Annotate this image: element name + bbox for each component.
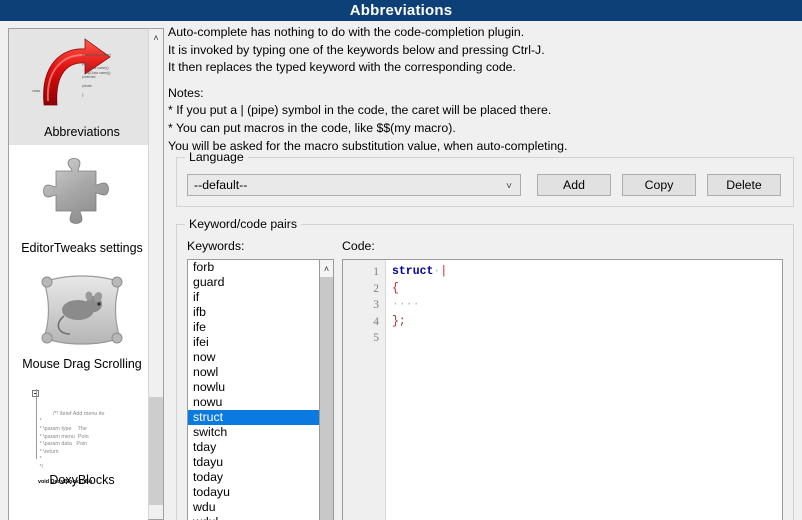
description-note-3: You will be asked for the macro substitu… <box>168 138 568 153</box>
list-item[interactable]: wdu <box>188 500 332 515</box>
language-select[interactable]: --default-- ˅ <box>187 174 521 196</box>
doxyblocks-icon-box: /*! \brief Add menu ite * * \param type … <box>22 383 142 485</box>
code-token: | <box>440 265 448 278</box>
mouse-icon-box <box>22 267 142 353</box>
sidebar-item-abbreviations[interactable]: class $(Class name) { public: $(Class na… <box>9 29 155 145</box>
code-token: struct <box>392 265 434 278</box>
sidebar-scrollbar[interactable]: ˄ <box>148 28 164 520</box>
description-text: Auto-complete has nothing to do with the… <box>168 24 802 155</box>
description-line-3: It then replaces the typed keyword with … <box>168 60 516 75</box>
code-line: }; <box>392 314 782 331</box>
description-line-1: Auto-complete has nothing to do with the… <box>168 25 525 39</box>
chevron-up-icon[interactable]: ˄ <box>320 260 333 277</box>
mouse-pillow-icon <box>41 275 123 345</box>
keyword-code-pairs-legend: Keyword/code pairs <box>185 217 301 231</box>
list-item[interactable]: guard <box>188 275 332 290</box>
list-item[interactable]: tday <box>188 440 332 455</box>
doxyblocks-icon-comment: /*! \brief Add menu ite * * \param type … <box>39 410 105 470</box>
list-item[interactable]: nowu <box>188 395 332 410</box>
sidebar-item-editortweaks[interactable]: EditorTweaks settings <box>9 145 155 261</box>
description-line-2: It is invoked by typing one of the keywo… <box>168 42 545 57</box>
red-arrow-class-icon: class $(Class name) { public: $(Class na… <box>22 35 142 121</box>
line-number: 3 <box>373 299 379 311</box>
gutter-line <box>36 389 37 459</box>
keywords-list[interactable]: forb guard if ifb ife ifei now nowl nowlu nowu str… <box>187 259 333 520</box>
list-item[interactable]: nowl <box>188 365 332 380</box>
list-item[interactable]: nowlu <box>188 380 332 395</box>
window-titlebar: Abbreviations <box>0 0 802 21</box>
main-content: Auto-complete has nothing to do with the… <box>168 24 802 520</box>
language-select-value: --default-- <box>194 178 248 192</box>
code-editor[interactable]: 1 2 3 4 5 struct·|{ ····}; <box>342 259 783 520</box>
add-button[interactable]: Add <box>537 174 611 196</box>
line-number: 1 <box>373 266 379 278</box>
abbreviations-icon-box: class $(Class name) { public: $(Class na… <box>22 35 142 121</box>
code-text[interactable]: struct·|{ ····}; <box>386 260 782 520</box>
sidebar-item-label: EditorTweaks settings <box>21 241 143 255</box>
list-item[interactable]: todayu <box>188 485 332 500</box>
doxyblocks-icon-signature: void DoxyBlocks::Bu <box>38 479 93 486</box>
description-note-1: * If you put a | (pipe) symbol in the co… <box>168 103 552 118</box>
line-number: 2 <box>373 282 379 295</box>
list-item[interactable]: switch <box>188 425 332 440</box>
keyword-code-pairs-group: Keyword/code pairs Keywords: Code: forb g… <box>176 217 794 520</box>
abbreviations-icon-class-label: class <box>32 89 41 93</box>
delete-button[interactable]: Delete <box>707 174 781 196</box>
list-item[interactable]: if <box>188 290 332 305</box>
copy-button[interactable]: Copy <box>622 174 696 196</box>
list-item[interactable]: struct <box>188 410 332 425</box>
list-item[interactable]: wdul <box>188 515 332 520</box>
chevron-down-icon[interactable]: ˅ <box>506 175 512 197</box>
sidebar-item-label: Abbreviations <box>44 125 120 139</box>
description-note-2: * You can put macros in the code, like $… <box>168 120 456 135</box>
puzzle-piece-icon <box>43 158 109 224</box>
list-item[interactable]: tdayu <box>188 455 332 470</box>
list-item[interactable]: ifb <box>188 305 332 320</box>
list-item[interactable]: now <box>188 350 332 365</box>
language-group: Language --default-- ˅ Add Copy Delete <box>176 150 794 207</box>
code-label: Code: <box>342 239 375 253</box>
keywords-scrollbar-thumb[interactable] <box>320 277 333 520</box>
sidebar-item-label: Mouse Drag Scrolling <box>22 357 142 371</box>
code-token: ···· <box>392 298 420 311</box>
line-number: 4 <box>373 315 379 328</box>
editortweaks-icon-box <box>22 151 142 237</box>
list-item[interactable]: ife <box>188 320 332 335</box>
code-line: ···· <box>392 297 782 314</box>
doxygen-comment-icon: /*! \brief Add menu ite * * \param type … <box>22 384 142 485</box>
window-title: Abbreviations <box>349 2 453 19</box>
list-item[interactable]: ifei <box>188 335 332 350</box>
sidebar-item-mouse-drag-scrolling[interactable]: Mouse Drag Scrolling <box>9 261 155 377</box>
description-notes-heading: Notes: <box>168 85 204 100</box>
code-line: struct·| <box>392 264 782 281</box>
settings-sidebar[interactable]: class $(Class name) { public: $(Class na… <box>8 28 157 520</box>
line-number: 5 <box>373 332 379 344</box>
line-number-gutter: 1 2 3 4 5 <box>343 260 386 520</box>
keywords-scrollbar[interactable]: ˄ <box>319 259 334 520</box>
language-group-legend: Language <box>185 150 248 164</box>
abbreviations-icon-code: class $(Class name) { public: $(Class na… <box>82 53 112 97</box>
code-token: }; <box>392 314 406 328</box>
list-item[interactable]: today <box>188 470 332 485</box>
sidebar-scrollbar-thumb[interactable] <box>149 397 163 505</box>
list-item[interactable]: forb <box>188 260 332 275</box>
code-line: { <box>392 281 782 298</box>
abbreviations-dialog: Abbreviations class $(Class name) {publ… <box>0 0 802 520</box>
sidebar-item-doxyblocks[interactable]: /*! \brief Add menu ite * * \param type … <box>9 377 155 493</box>
code-token: { <box>392 281 399 295</box>
keywords-label: Keywords: <box>187 239 245 253</box>
chevron-up-icon[interactable]: ˄ <box>149 29 163 46</box>
